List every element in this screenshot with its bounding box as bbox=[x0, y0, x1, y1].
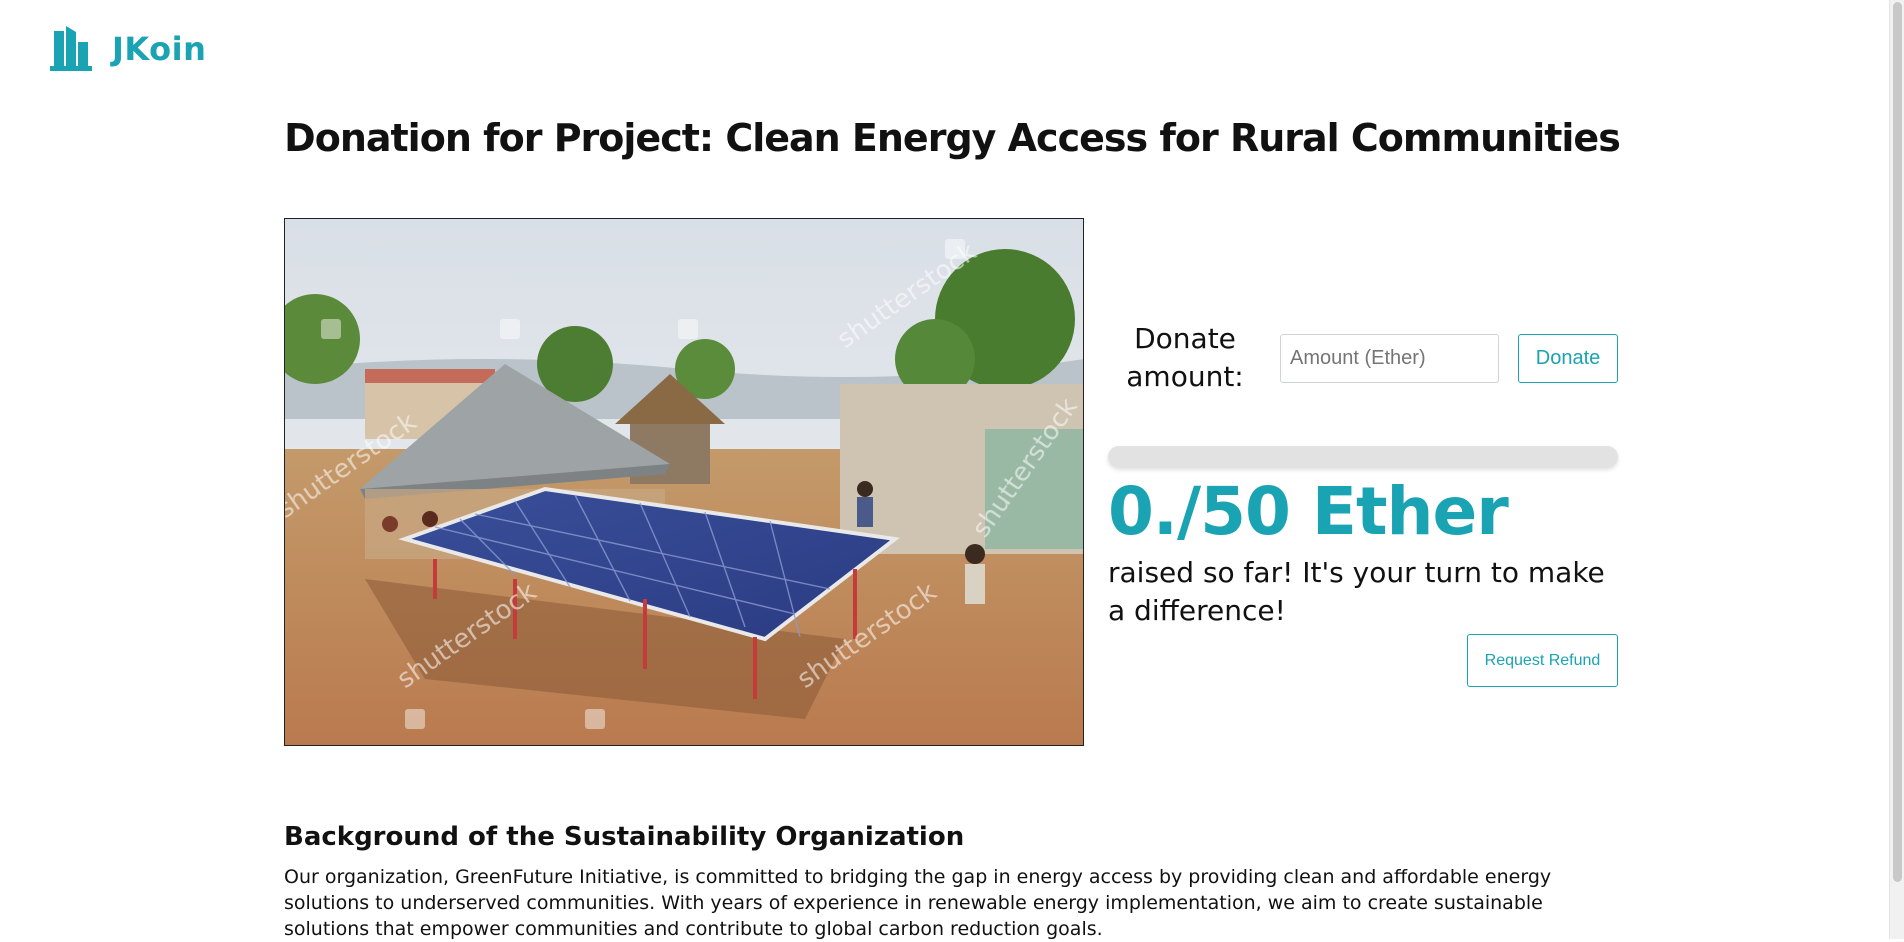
building-icon bbox=[50, 26, 92, 71]
project-image: shutterstock shutterstock shutterstock s… bbox=[284, 218, 1084, 746]
donate-amount-label: Donate amount: bbox=[1126, 322, 1244, 393]
background-body: Our organization, GreenFuture Initiative… bbox=[284, 866, 1552, 940]
donation-progress-bar bbox=[1108, 446, 1618, 468]
raised-amount: 0./50 Ether bbox=[1108, 473, 1509, 550]
donate-button[interactable]: Donate bbox=[1518, 334, 1618, 383]
solar-panel-photo: shutterstock shutterstock shutterstock s… bbox=[285, 219, 1083, 745]
brand-name: JKoin bbox=[112, 30, 207, 68]
page-title: Donation for Project: Clean Energy Acces… bbox=[284, 116, 1621, 160]
background-heading: Background of the Sustainability Organiz… bbox=[284, 822, 965, 852]
brand-logo-link[interactable]: JKoin bbox=[50, 26, 206, 72]
donation-amount-input[interactable] bbox=[1280, 334, 1499, 383]
raised-message: raised so far! It's your turn to make a … bbox=[1108, 556, 1605, 627]
request-refund-button[interactable]: Request Refund bbox=[1467, 634, 1618, 687]
